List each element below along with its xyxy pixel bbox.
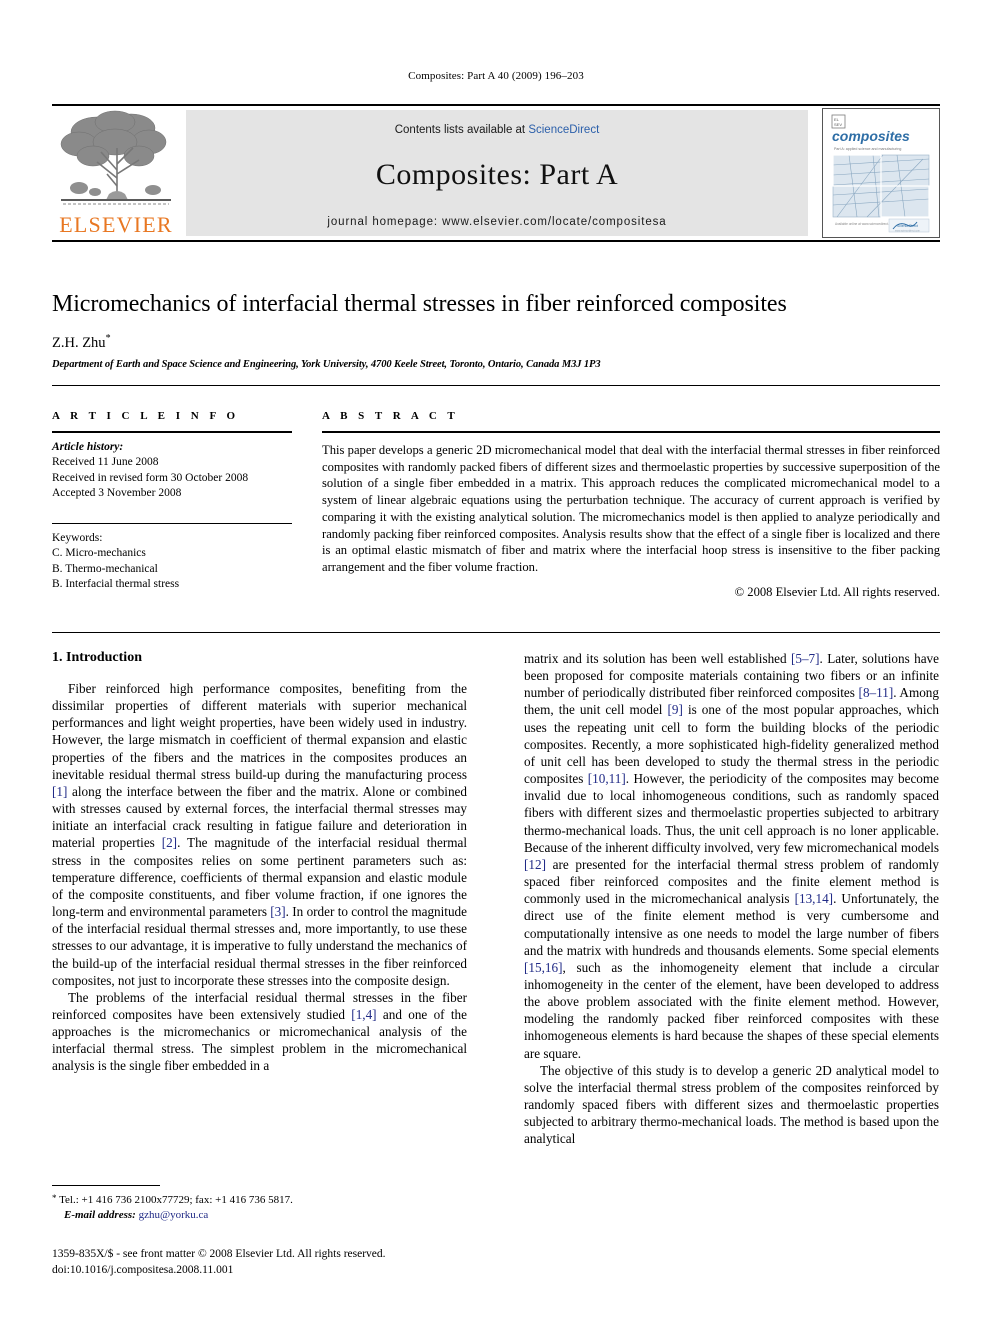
svg-text:www.sciencedirect.com: www.sciencedirect.com xyxy=(895,230,920,233)
keywords-divider xyxy=(52,523,292,525)
footnote-contact-text: Tel.: +1 416 736 2100x77729; fax: +1 416… xyxy=(59,1194,293,1206)
journal-title: Composites: Part A xyxy=(375,158,619,191)
svg-text:SEV: SEV xyxy=(834,122,842,127)
journal-cover-thumbnail: EL SEV composites Part A: applied scienc… xyxy=(822,108,940,238)
keyword-item: B. Thermo-mechanical xyxy=(52,562,158,575)
elsevier-logo: ELSEVIER xyxy=(52,108,180,238)
body-column-left: 1. Introduction Fiber reinforced high pe… xyxy=(52,650,467,1075)
citation-ref[interactable]: [1] xyxy=(52,784,67,799)
journal-band: Contents lists available at ScienceDirec… xyxy=(186,110,808,236)
journal-homepage-line[interactable]: journal homepage: www.elsevier.com/locat… xyxy=(186,216,808,228)
article-info-divider xyxy=(52,431,292,433)
citation-ref[interactable]: [13,14] xyxy=(795,891,833,906)
contents-prefix: Contents lists available at xyxy=(394,124,529,136)
body-divider xyxy=(52,632,940,633)
body-column-right: matrix and its solution has been well es… xyxy=(524,650,939,1148)
footnote-divider xyxy=(52,1185,160,1186)
journal-cover-art: EL SEV composites Part A: applied scienc… xyxy=(823,109,939,237)
history-item: Accepted 3 November 2008 xyxy=(52,486,182,499)
section-heading-introduction: 1. Introduction xyxy=(52,650,142,665)
keywords-list: Keywords: C. Micro-mechanics B. Thermo-m… xyxy=(52,531,292,592)
svg-text:Available online at www.scienc: Available online at www.sciencedirect.co… xyxy=(835,222,895,226)
sciencedirect-link[interactable]: ScienceDirect xyxy=(528,124,599,136)
imprint-doi[interactable]: doi:10.1016/j.compositesa.2008.11.001 xyxy=(52,1262,482,1278)
svg-text:Part A: applied science and ma: Part A: applied science and manufacturin… xyxy=(834,147,901,151)
imprint-block: 1359-835X/$ - see front matter © 2008 El… xyxy=(52,1246,482,1278)
paragraph: The objective of this study is to develo… xyxy=(524,1062,939,1147)
author-affiliation: Department of Earth and Space Science an… xyxy=(52,359,601,370)
article-history-label: Article history: xyxy=(52,441,124,453)
paragraph: The problems of the interfacial residual… xyxy=(52,989,467,1074)
paragraph: matrix and its solution has been well es… xyxy=(524,651,940,1061)
citation-ref[interactable]: [10,11] xyxy=(588,771,626,786)
abstract-divider xyxy=(322,431,940,433)
article-history: Article history: Received 11 June 2008 R… xyxy=(52,440,292,501)
author-footnote-marker[interactable]: * xyxy=(106,333,111,344)
article-info-block: A R T I C L E I N F O Article history: R… xyxy=(52,410,292,592)
abstract-block: A B S T R A C T This paper develops a ge… xyxy=(322,410,940,600)
svg-text:composites: composites xyxy=(832,128,910,144)
paragraph: Fiber reinforced high performance compos… xyxy=(52,681,467,988)
citation-ref[interactable]: [9] xyxy=(668,702,683,717)
citation-ref[interactable]: [12] xyxy=(524,857,546,872)
history-item: Received in revised form 30 October 2008 xyxy=(52,471,249,484)
email-label: E-mail address: xyxy=(64,1208,136,1221)
citation-ref[interactable]: [5–7] xyxy=(791,651,820,666)
footnote-email: E-mail address: gzhu@yorku.ca xyxy=(52,1208,472,1223)
citation-ref[interactable]: [15,16] xyxy=(524,960,562,975)
citation-ref[interactable]: [1,4] xyxy=(351,1007,376,1022)
title-divider xyxy=(52,385,940,386)
email-link[interactable]: gzhu@yorku.ca xyxy=(139,1209,209,1221)
svg-text:ScienceDirect: ScienceDirect xyxy=(897,224,918,228)
contents-available-line: Contents lists available at ScienceDirec… xyxy=(186,124,808,136)
article-info-heading: A R T I C L E I N F O xyxy=(52,410,240,422)
article-title: Micromechanics of interfacial thermal st… xyxy=(52,291,787,317)
footnote-contact: * Tel.: +1 416 736 2100x77729; fax: +1 4… xyxy=(52,1192,472,1208)
elsevier-tree-icon xyxy=(60,110,171,205)
abstract-text: This paper develops a generic 2D microme… xyxy=(322,443,940,575)
footnote-block: * Tel.: +1 416 736 2100x77729; fax: +1 4… xyxy=(52,1192,472,1223)
imprint-front-matter: 1359-835X/$ - see front matter © 2008 El… xyxy=(52,1248,386,1260)
citation-ref[interactable]: [3] xyxy=(270,904,285,919)
citation-ref[interactable]: [2] xyxy=(162,835,177,850)
running-head: Composites: Part A 40 (2009) 196–203 xyxy=(408,70,584,82)
abstract-copyright: © 2008 Elsevier Ltd. All rights reserved… xyxy=(734,584,940,599)
author-name: Z.H. Zhu* xyxy=(52,333,111,352)
keywords-label: Keywords: xyxy=(52,532,103,545)
footnote-marker: * xyxy=(52,1193,57,1203)
citation-ref[interactable]: [8–11] xyxy=(859,685,894,700)
author-label: Z.H. Zhu xyxy=(52,334,106,351)
journal-masthead: ELSEVIER Contents lists available at Sci… xyxy=(52,104,940,242)
history-item: Received 11 June 2008 xyxy=(52,456,159,469)
abstract-heading: A B S T R A C T xyxy=(322,410,459,422)
elsevier-wordmark: ELSEVIER xyxy=(59,212,173,237)
paper-page: Composites: Part A 40 (2009) 196–203 ELS… xyxy=(0,0,992,1323)
keyword-item: C. Micro-mechanics xyxy=(52,547,146,560)
keyword-item: B. Interfacial thermal stress xyxy=(52,577,180,590)
